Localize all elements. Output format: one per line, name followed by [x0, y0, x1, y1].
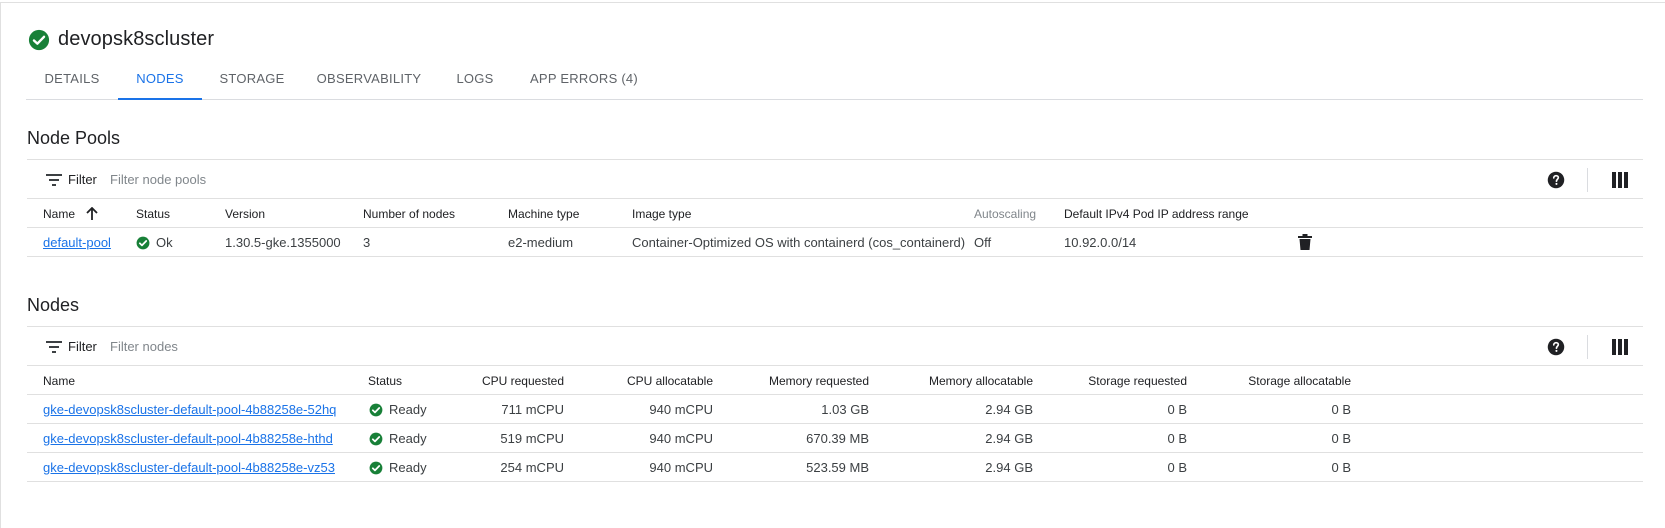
help-icon[interactable] — [1547, 338, 1565, 356]
status-cell: Ready — [369, 402, 427, 417]
status-cell: Ready — [369, 431, 427, 446]
status-text: Ready — [389, 431, 427, 446]
filter-icon — [46, 174, 62, 186]
memory-allocatable-cell: 2.94 GB — [985, 431, 1033, 446]
table-row: gke-devopsk8scluster-default-pool-4b8825… — [27, 424, 1643, 453]
storage-allocatable-cell: 0 B — [1331, 460, 1351, 475]
col-header-ip-range: Default IPv4 Pod IP address range — [1064, 207, 1249, 221]
col-header-cpu-requested[interactable]: CPU requested — [446, 374, 564, 388]
tab-app-errors[interactable]: APP ERRORS (4) — [514, 64, 654, 100]
table-row: gke-devopsk8scluster-default-pool-4b8825… — [27, 453, 1643, 482]
column-display-icon[interactable] — [1612, 172, 1628, 188]
ip-range-cell: 10.92.0.0/14 — [1064, 235, 1137, 250]
tab-logs[interactable]: LOGS — [436, 64, 514, 100]
memory-allocatable-cell: 2.94 GB — [985, 402, 1033, 417]
col-header-version: Version — [225, 207, 266, 221]
status-cell: Ok — [136, 235, 173, 250]
col-header-memory-requested[interactable]: Memory requested — [717, 374, 869, 388]
table-header: Name Status Version Number of nodes Mach… — [27, 200, 1643, 228]
toolbar-divider — [1587, 335, 1588, 359]
cpu-allocatable-cell: 940 mCPU — [649, 460, 713, 475]
version-cell: 1.30.5-gke.1355000 — [225, 235, 341, 250]
autoscaling-cell: Off — [974, 235, 992, 250]
num-nodes-cell: 3 — [363, 235, 371, 250]
tab-bar: DETAILS NODES STORAGE OBSERVABILITY LOGS… — [26, 64, 1643, 100]
memory-allocatable-cell: 2.94 GB — [985, 460, 1033, 475]
storage-requested-cell: 0 B — [1167, 431, 1187, 446]
nodes-filter-input[interactable] — [110, 333, 410, 359]
col-header-status[interactable]: Status — [368, 374, 402, 388]
cpu-requested-cell: 519 mCPU — [500, 431, 564, 446]
cpu-requested-cell: 254 mCPU — [500, 460, 564, 475]
tab-nodes[interactable]: NODES — [118, 64, 202, 100]
node-pool-link[interactable]: default-pool — [43, 235, 111, 250]
status-text: Ready — [389, 402, 427, 417]
help-icon[interactable] — [1547, 171, 1565, 189]
col-header-machine-type: Machine type — [508, 207, 580, 221]
filter-label: Filter — [68, 339, 97, 354]
check-circle-icon — [28, 29, 50, 50]
top-border — [0, 2, 1665, 3]
storage-allocatable-cell: 0 B — [1331, 431, 1351, 446]
cpu-allocatable-cell: 940 mCPU — [649, 402, 713, 417]
status-cell: Ready — [369, 460, 427, 475]
page-title: devopsk8scluster — [58, 28, 215, 50]
tab-observability[interactable]: OBSERVABILITY — [302, 64, 436, 100]
tab-storage[interactable]: STORAGE — [202, 64, 302, 100]
check-circle-icon — [369, 403, 383, 416]
node-link[interactable]: gke-devopsk8scluster-default-pool-4b8825… — [43, 431, 333, 446]
table-row: default-pool Ok 1.30.5-gke.1355000 3 e2-… — [27, 228, 1643, 257]
cpu-requested-cell: 711 mCPU — [501, 402, 564, 417]
storage-requested-cell: 0 B — [1167, 460, 1187, 475]
filter-label: Filter — [68, 172, 97, 187]
col-header-name[interactable]: Name — [43, 374, 75, 388]
memory-requested-cell: 1.03 GB — [821, 402, 869, 417]
col-header-status: Status — [136, 207, 171, 221]
col-header-storage-requested[interactable]: Storage requested — [1037, 374, 1187, 388]
col-header-autoscaling: Autoscaling — [974, 207, 1037, 221]
col-header-image-type: Image type — [632, 207, 692, 221]
storage-requested-cell: 0 B — [1167, 402, 1187, 417]
cluster-header: devopsk8scluster — [28, 28, 214, 51]
node-link[interactable]: gke-devopsk8scluster-default-pool-4b8825… — [43, 460, 335, 475]
nodes-title: Nodes — [27, 295, 80, 315]
sort-arrow-up-icon[interactable] — [86, 207, 98, 221]
col-header-name[interactable]: Name — [43, 207, 98, 221]
memory-requested-cell: 670.39 MB — [806, 431, 869, 446]
col-header-storage-allocatable[interactable]: Storage allocatable — [1191, 374, 1351, 388]
nodes-table: Name Status CPU requested CPU allocatabl… — [27, 367, 1643, 482]
table-header: Name Status CPU requested CPU allocatabl… — [27, 367, 1643, 395]
check-circle-icon — [136, 236, 150, 249]
col-header-memory-allocatable[interactable]: Memory allocatable — [873, 374, 1033, 388]
nodes-filter-bar: Filter — [27, 326, 1643, 366]
machine-type-cell: e2-medium — [508, 235, 574, 250]
column-display-icon[interactable] — [1612, 339, 1628, 355]
status-text: Ready — [389, 460, 427, 475]
node-link[interactable]: gke-devopsk8scluster-default-pool-4b8825… — [43, 402, 336, 417]
node-pools-title: Node Pools — [27, 128, 121, 148]
status-text: Ok — [156, 235, 173, 250]
col-header-cpu-allocatable[interactable]: CPU allocatable — [567, 374, 713, 388]
table-row: gke-devopsk8scluster-default-pool-4b8825… — [27, 395, 1643, 424]
node-pools-filter-input[interactable] — [110, 166, 410, 192]
image-type-cell: Container-Optimized OS with containerd (… — [632, 235, 966, 250]
toolbar-divider — [1587, 168, 1588, 192]
node-pools-table: Name Status Version Number of nodes Mach… — [27, 200, 1643, 257]
memory-requested-cell: 523.59 MB — [806, 460, 869, 475]
check-circle-icon — [369, 461, 383, 474]
left-border — [0, 2, 1, 528]
col-header-num-nodes: Number of nodes — [363, 207, 456, 221]
tab-details[interactable]: DETAILS — [26, 64, 118, 100]
storage-allocatable-cell: 0 B — [1331, 402, 1351, 417]
filter-icon — [46, 341, 62, 353]
cpu-allocatable-cell: 940 mCPU — [649, 431, 713, 446]
check-circle-icon — [369, 432, 383, 445]
trash-icon[interactable] — [1298, 234, 1312, 250]
node-pools-filter-bar: Filter — [27, 159, 1643, 199]
